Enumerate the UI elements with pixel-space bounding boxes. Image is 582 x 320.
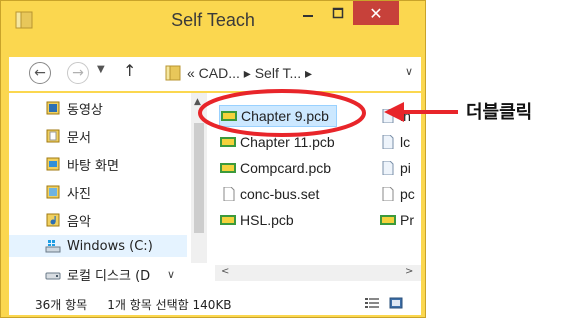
annotation-overlay — [198, 89, 458, 137]
annotation-circle — [198, 89, 366, 137]
annotation-label: 더블클릭 — [466, 102, 533, 123]
annotation-arrow-head — [384, 102, 404, 122]
